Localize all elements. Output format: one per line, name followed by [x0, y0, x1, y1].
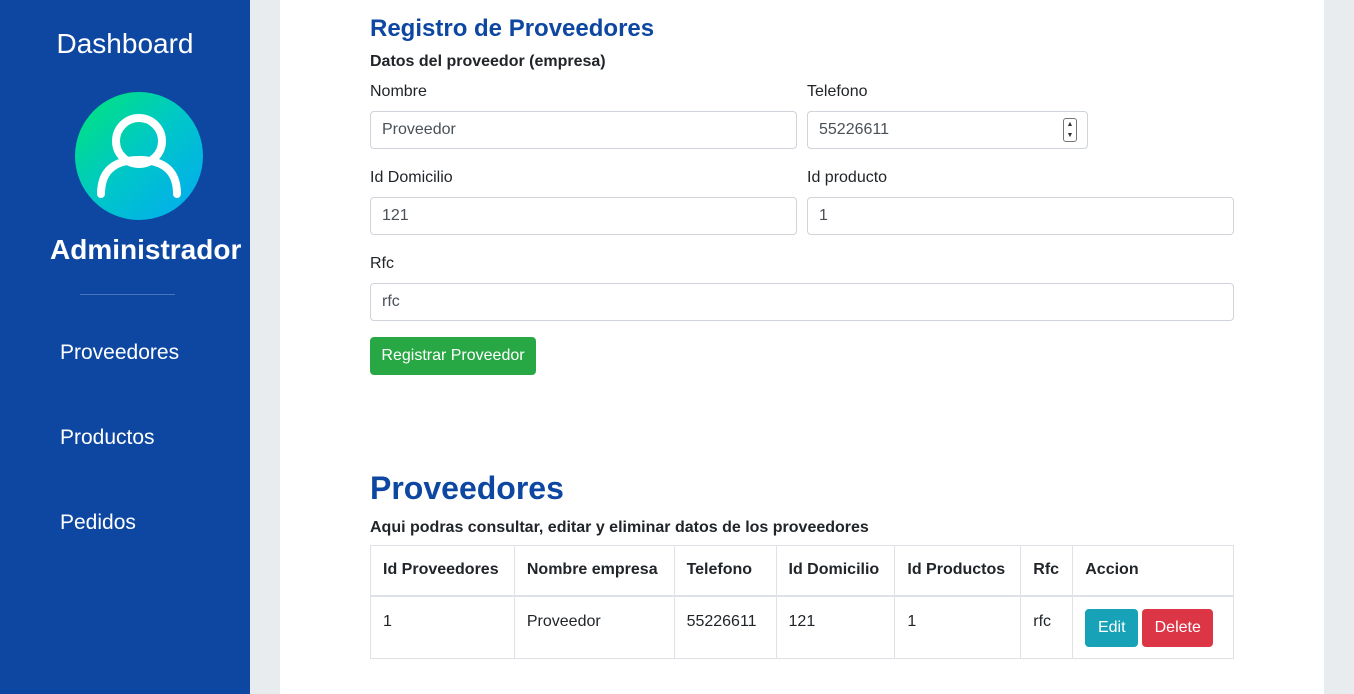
user-role: Administrador — [50, 234, 242, 265]
providers-table: Id Proveedores Nombre empresa Telefono I… — [370, 545, 1234, 659]
sidebar-item-productos[interactable]: Productos — [60, 426, 155, 450]
cell-telefono: 55226611 — [673, 595, 777, 659]
user-icon — [97, 114, 181, 198]
list-title: Proveedores — [370, 470, 564, 506]
sidebar: Dashboard Administrador Proveedores Prod… — [0, 0, 250, 694]
cell-accion: Edit Delete — [1072, 595, 1234, 659]
producto-label: Id producto — [807, 169, 888, 186]
telefono-label: Telefono — [807, 83, 868, 100]
register-button[interactable]: Registrar Proveedor — [370, 337, 536, 375]
col-header-id: Id Proveedores — [370, 545, 515, 597]
sidebar-divider — [80, 294, 175, 295]
list-subtitle: Aqui podras consultar, editar y eliminar… — [370, 519, 869, 536]
domicilio-input[interactable] — [370, 197, 797, 235]
cell-nombre: Proveedor — [513, 595, 675, 659]
telefono-input[interactable] — [807, 111, 1088, 149]
sidebar-item-pedidos[interactable]: Pedidos — [60, 511, 136, 535]
nombre-label: Nombre — [370, 83, 427, 100]
stepper-down-icon[interactable]: ▼ — [1064, 130, 1076, 141]
right-gutter — [1324, 0, 1354, 694]
main-content: Registro de Proveedores Datos del provee… — [280, 0, 1324, 694]
nombre-input[interactable] — [370, 111, 797, 149]
edit-button[interactable]: Edit — [1085, 608, 1139, 647]
rfc-input[interactable] — [370, 283, 1234, 321]
cell-productos: 1 — [894, 595, 1022, 659]
delete-button[interactable]: Delete — [1142, 608, 1214, 647]
col-header-accion: Accion — [1072, 545, 1234, 597]
col-header-productos: Id Productos — [894, 545, 1022, 597]
form-subtitle: Datos del proveedor (empresa) — [370, 53, 606, 70]
telefono-wrapper: ▲ ▼ — [807, 111, 1088, 149]
cell-rfc: rfc — [1020, 595, 1074, 659]
avatar — [75, 92, 203, 220]
stepper-up-icon[interactable]: ▲ — [1064, 119, 1076, 130]
sidebar-item-proveedores[interactable]: Proveedores — [60, 341, 179, 365]
col-header-nombre: Nombre empresa — [513, 545, 675, 597]
cell-id: 1 — [370, 595, 515, 659]
form-title: Registro de Proveedores — [370, 15, 655, 42]
table-header-row: Id Proveedores Nombre empresa Telefono I… — [370, 545, 1234, 597]
producto-input[interactable] — [807, 197, 1234, 235]
cell-domicilio: 121 — [775, 595, 896, 659]
rfc-label: Rfc — [370, 255, 394, 272]
sidebar-title: Dashboard — [56, 28, 194, 59]
col-header-rfc: Rfc — [1020, 545, 1074, 597]
col-header-telefono: Telefono — [673, 545, 777, 597]
table-row: 1 Proveedor 55226611 121 1 rfc Edit Delet… — [370, 595, 1234, 659]
number-stepper[interactable]: ▲ ▼ — [1063, 118, 1077, 142]
col-header-domicilio: Id Domicilio — [775, 545, 896, 597]
domicilio-label: Id Domicilio — [370, 169, 453, 186]
